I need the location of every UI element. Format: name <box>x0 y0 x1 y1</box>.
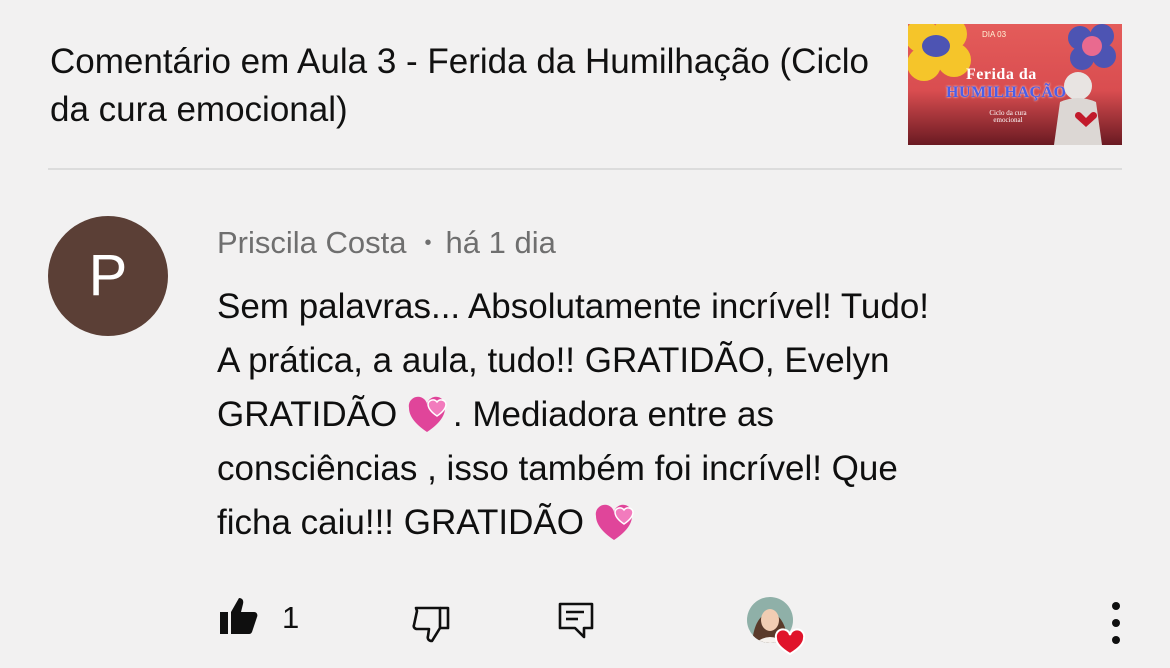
thumbnail-day-label: DIA 03 <box>982 30 1007 39</box>
doll-figure-image <box>1054 72 1102 145</box>
two-hearts-emoji-icon <box>408 396 447 432</box>
author-avatar[interactable]: P <box>48 216 168 336</box>
like-count: 1 <box>282 600 300 635</box>
header-divider <box>48 168 1122 170</box>
two-hearts-emoji-icon <box>595 504 634 540</box>
author-name[interactable]: Priscila Costa <box>217 225 407 260</box>
comment-header: Comentário em Aula 3 - Ferida da Humilha… <box>0 0 1170 170</box>
comment-body: Sem palavras... Absolutamente incrível! … <box>217 280 1117 550</box>
video-title[interactable]: Comentário em Aula 3 - Ferida da Humilha… <box>50 38 890 134</box>
more-options-icon[interactable] <box>1108 600 1124 646</box>
meta-separator: • <box>424 232 432 254</box>
video-thumbnail[interactable]: DIA 03 Ferida da HUMILHAÇÃO Ciclo da cur… <box>908 24 1122 145</box>
reply-icon[interactable] <box>558 602 594 640</box>
comment-actions: 1 <box>0 590 1170 660</box>
comment-time: há 1 dia <box>445 225 556 260</box>
yellow-flower-decoration <box>908 24 971 81</box>
thumbnail-subtitle: Ciclo da cura emocional <box>989 109 1027 124</box>
blue-flower-decoration <box>1068 24 1116 70</box>
creator-heart-avatar <box>747 597 806 656</box>
thumbnail-title-line1: Ferida da <box>966 66 1037 83</box>
thumbs-down-icon[interactable] <box>412 604 452 644</box>
thumbs-up-icon[interactable] <box>219 596 259 636</box>
comment-meta: Priscila Costa • há 1 dia <box>217 222 556 268</box>
